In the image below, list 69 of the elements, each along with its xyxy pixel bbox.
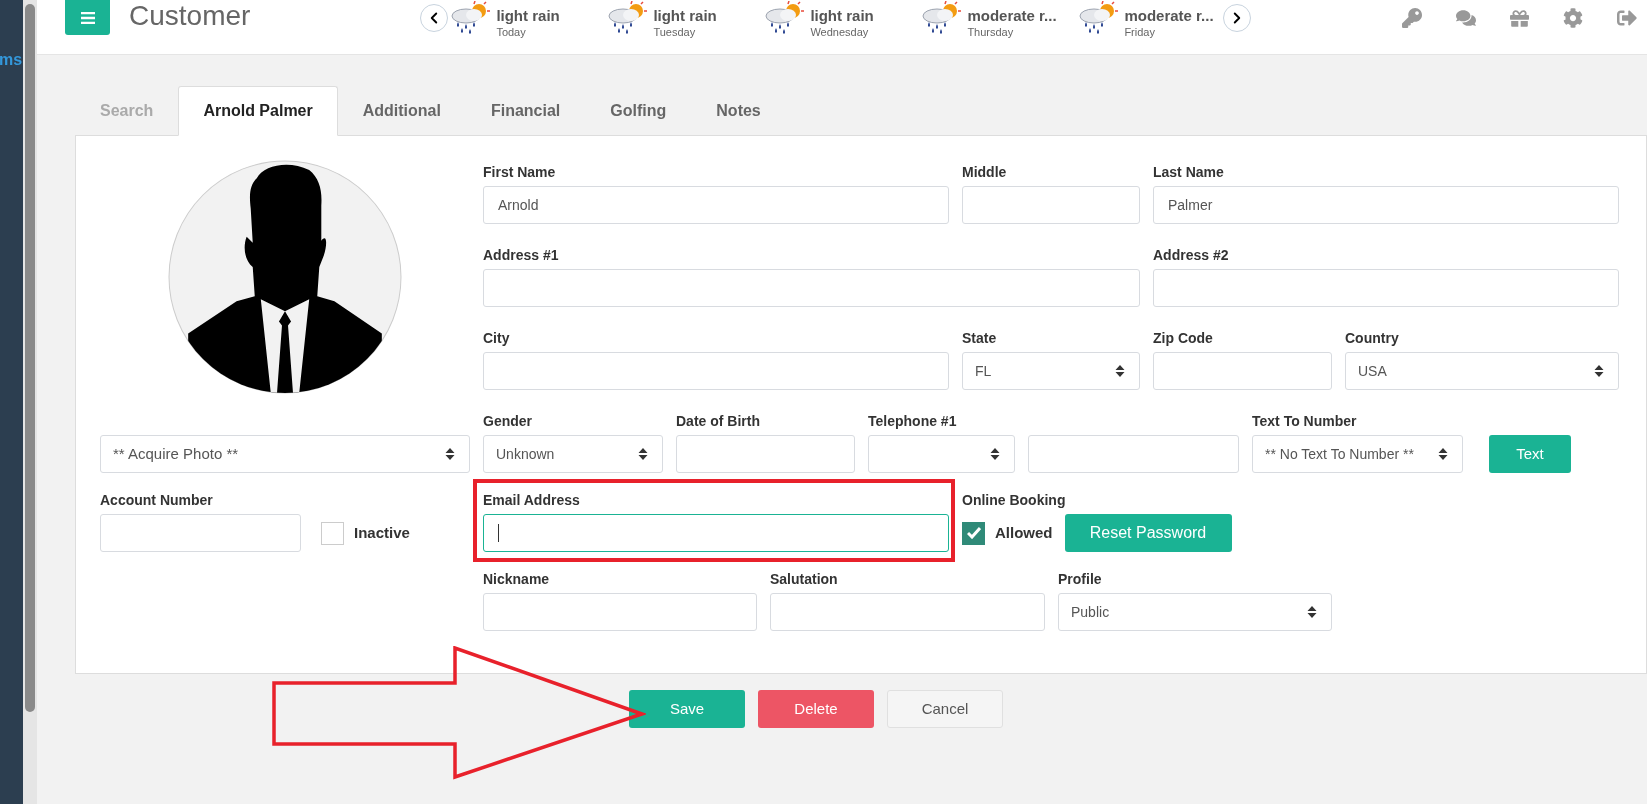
field-label: Country [1345, 330, 1399, 346]
weather-day: Tuesday [653, 25, 717, 39]
tab[interactable]: Arnold Palmer [178, 86, 338, 136]
gift-icon[interactable] [1510, 8, 1529, 28]
cancel-button[interactable]: Cancel [887, 690, 1003, 728]
select-arrow-icon [990, 447, 1000, 461]
weather-day: Wednesday [810, 25, 874, 39]
key-icon[interactable] [1402, 8, 1422, 28]
select-field[interactable]: Public [1058, 593, 1332, 631]
field-label: Last Name [1153, 164, 1224, 180]
menu-icon [80, 11, 95, 24]
weather-day: Friday [1124, 25, 1214, 39]
select-field[interactable]: FL [962, 352, 1140, 390]
checkbox-label: Allowed [995, 522, 1053, 543]
weather-condition: moderate r... [967, 7, 1057, 25]
select-arrow-icon [445, 447, 455, 461]
field-label: Address #2 [1153, 247, 1229, 263]
field-label: First Name [483, 164, 556, 180]
field-label: Salutation [770, 571, 838, 587]
select-field[interactable]: ** Acquire Photo ** [100, 435, 470, 473]
field-label: Online Booking [962, 492, 1066, 508]
chat-icon[interactable] [1456, 8, 1476, 28]
field-label: Middle [962, 164, 1007, 180]
select-field[interactable]: ** No Text To Number ** [1252, 435, 1463, 473]
text-field[interactable]: Arnold [483, 186, 949, 224]
field-label: Text To Number [1252, 413, 1357, 429]
field-label: Account Number [100, 492, 213, 508]
menu-button[interactable] [65, 0, 110, 35]
field-label: Date of Birth [676, 413, 760, 429]
page-title: Customer [129, 2, 251, 30]
select-arrow-icon [1594, 364, 1604, 378]
weather-day: Thursday [967, 25, 1057, 39]
next-button[interactable] [1223, 4, 1252, 32]
tab[interactable]: Financial [465, 86, 586, 136]
field-label: State [962, 330, 997, 346]
select-arrow-icon [638, 447, 648, 461]
settings-icon[interactable] [1563, 8, 1583, 28]
input-field[interactable] [483, 514, 949, 552]
field-label: Email Address [483, 492, 580, 508]
sidebar-text: ms [0, 52, 23, 68]
tab[interactable]: Additional [337, 86, 466, 136]
field-label: Nickname [483, 571, 550, 587]
field-label: Profile [1058, 571, 1102, 587]
checkbox-label: Inactive [354, 522, 410, 543]
field-label: Telephone #1 [868, 413, 957, 429]
checkbox[interactable] [962, 521, 985, 545]
previous-button[interactable] [420, 4, 449, 32]
logout-icon[interactable] [1617, 8, 1637, 28]
tab[interactable]: Golfing [585, 86, 692, 136]
tab[interactable]: Notes [691, 86, 786, 136]
field-label: Address #1 [483, 247, 559, 263]
weather-condition: light rain [810, 7, 874, 25]
select-field[interactable] [868, 435, 1015, 473]
check-icon [966, 527, 981, 539]
select-arrow-icon [1438, 447, 1448, 461]
select-field[interactable]: USA [1345, 352, 1619, 390]
select-arrow-icon [1115, 364, 1125, 378]
field-label: City [483, 330, 510, 346]
checkbox[interactable] [321, 521, 344, 545]
scrollbar-thumb[interactable] [25, 4, 35, 712]
field-label: Zip Code [1153, 330, 1213, 346]
select-field[interactable]: Unknown [483, 435, 663, 473]
text-field[interactable]: Palmer [1153, 186, 1619, 224]
weather-day: Today [496, 25, 560, 39]
field-label: Gender [483, 413, 532, 429]
weather-condition: moderate r... [1124, 7, 1214, 25]
weather-condition: light rain [496, 7, 560, 25]
select-arrow-icon [1307, 605, 1317, 619]
weather-condition: light rain [653, 7, 717, 25]
